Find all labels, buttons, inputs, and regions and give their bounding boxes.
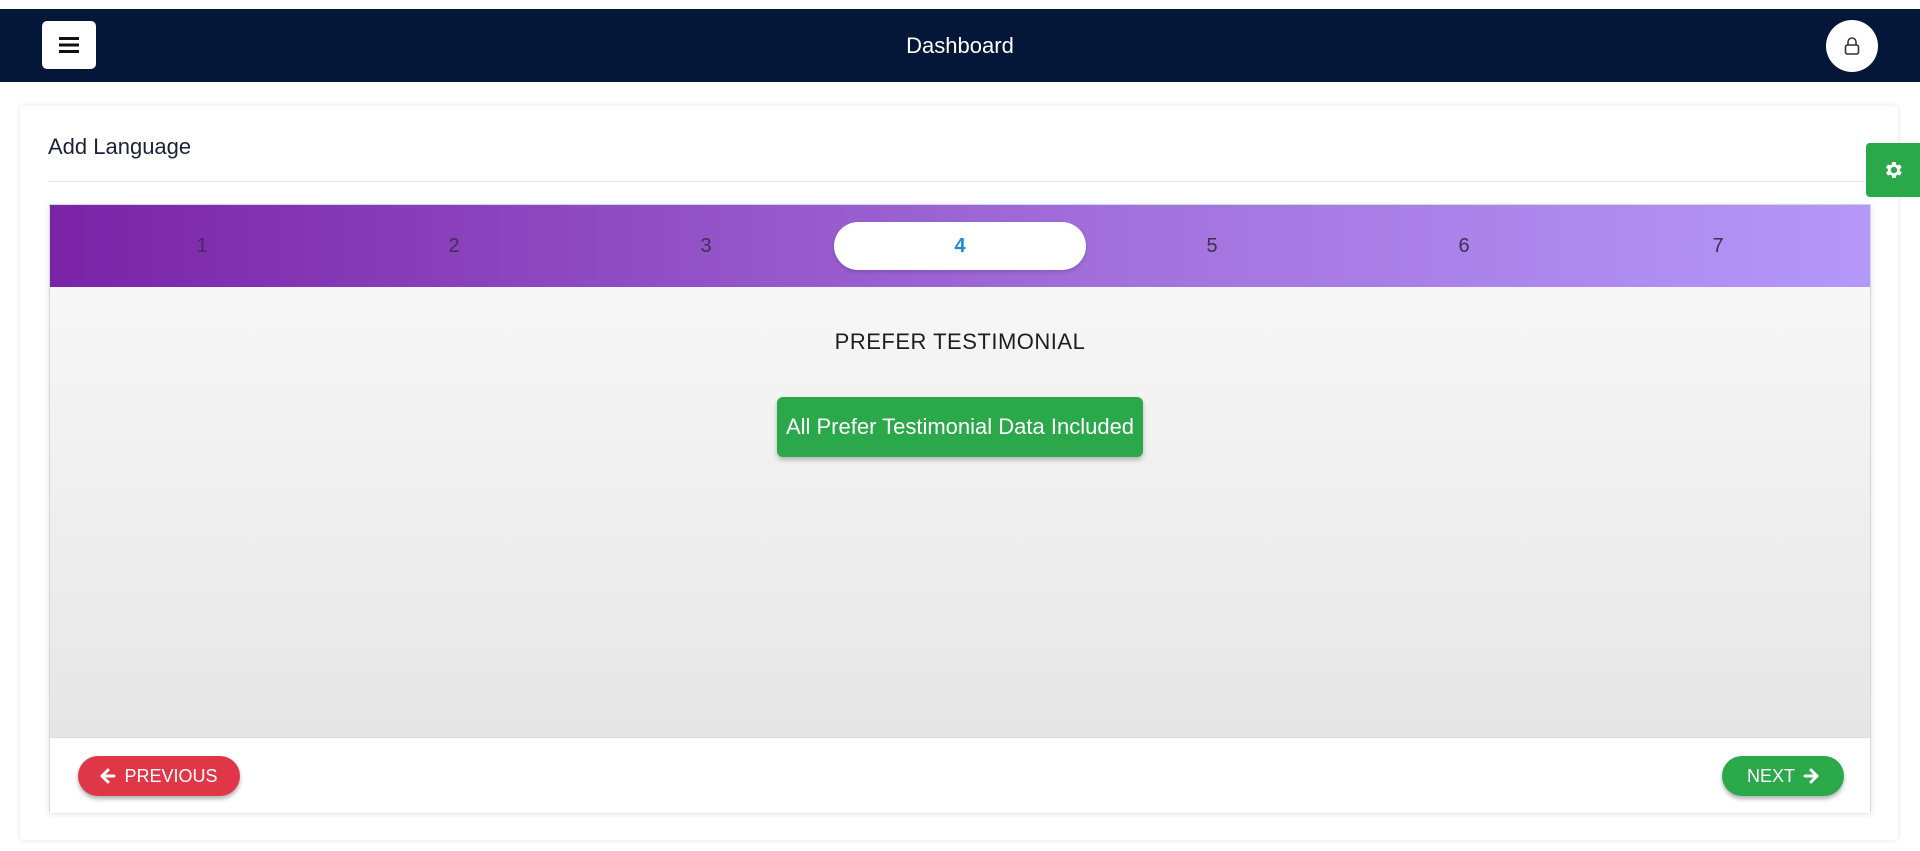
wizard-footer: PREVIOUS NEXT xyxy=(50,737,1870,813)
gear-icon xyxy=(1886,162,1902,178)
next-button[interactable]: NEXT xyxy=(1722,756,1844,796)
wizard-step-1[interactable]: 1 xyxy=(76,222,328,270)
previous-label: PREVIOUS xyxy=(124,765,218,786)
wizard-step-5[interactable]: 5 xyxy=(1086,222,1338,270)
card-title: Add Language xyxy=(48,134,192,159)
card-divider xyxy=(48,181,1888,182)
wizard-step-2[interactable]: 2 xyxy=(328,222,580,270)
wizard-step-6[interactable]: 6 xyxy=(1338,222,1590,270)
wizard-step-3[interactable]: 3 xyxy=(580,222,832,270)
wizard-step-4[interactable]: 4 xyxy=(834,222,1086,270)
user-lock-icon xyxy=(1844,37,1860,55)
page-title: Dashboard xyxy=(906,33,1014,58)
wizard-step-7[interactable]: 7 xyxy=(1592,222,1844,270)
all-data-included-button[interactable]: All Prefer Testimonial Data Included xyxy=(777,397,1143,457)
settings-button[interactable] xyxy=(1866,143,1920,197)
wizard-steps: 1 2 3 4 5 6 7 xyxy=(50,205,1870,287)
step-wizard: 1 2 3 4 5 6 7 PREFER TESTIMONIAL All Pre… xyxy=(49,204,1871,813)
section-title: PREFER TESTIMONIAL xyxy=(834,329,1086,354)
wizard-body: PREFER TESTIMONIAL All Prefer Testimonia… xyxy=(50,287,1870,737)
arrow-left-icon xyxy=(100,768,116,784)
top-navbar: Dashboard xyxy=(0,9,1920,82)
top-strip xyxy=(0,0,1920,9)
arrow-right-icon xyxy=(1803,768,1819,784)
previous-button[interactable]: PREVIOUS xyxy=(78,756,240,796)
profile-button[interactable] xyxy=(1826,20,1878,72)
next-label: NEXT xyxy=(1746,765,1795,786)
